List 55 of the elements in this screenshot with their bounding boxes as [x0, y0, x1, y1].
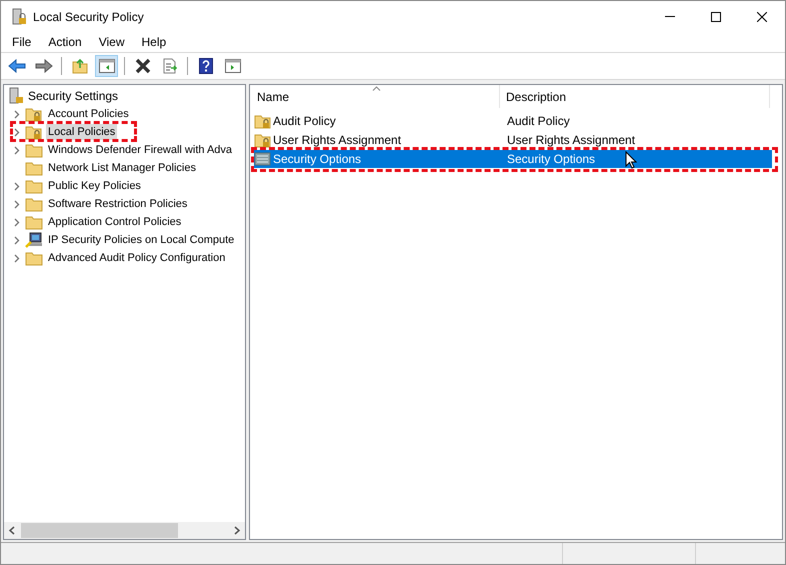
description-cell-text: Security Options [506, 150, 596, 168]
locked-folder-icon [25, 124, 43, 140]
computer-key-icon [25, 232, 43, 248]
help-icon [198, 58, 212, 74]
folder-icon [25, 160, 43, 176]
name-cell-text: Audit Policy [273, 112, 336, 130]
list-row[interactable]: Security Options Security Options [254, 150, 772, 168]
menu-item[interactable]: Action [42, 32, 88, 52]
locked-folder-icon [25, 106, 43, 122]
folder-icon [25, 178, 43, 194]
close-icon [757, 12, 767, 22]
delete-icon [134, 58, 150, 74]
menu-item[interactable]: Help [136, 32, 172, 52]
tree-item[interactable]: Local Policies [46, 124, 118, 140]
menu-item[interactable]: File [6, 32, 38, 52]
tree-pane-icon [98, 59, 114, 73]
locked-folder-icon [254, 132, 272, 148]
action-pane-icon [224, 59, 240, 73]
scrollbar-thumb[interactable] [21, 523, 178, 538]
maximize-icon [711, 12, 721, 22]
tree-item[interactable]: Application Control Policies [46, 214, 184, 230]
description-cell-text: Audit Policy [506, 112, 570, 130]
folder-icon [25, 142, 43, 158]
tree-item[interactable]: Account Policies [46, 106, 131, 122]
menu-item[interactable]: View [92, 32, 130, 52]
export-list-icon [162, 58, 178, 74]
folder-icon [25, 196, 43, 212]
list-row[interactable]: User Rights Assignment User Rights Assignment [254, 130, 772, 148]
folder-icon [25, 250, 43, 266]
mouse-pointer-icon [625, 151, 637, 169]
tree-item[interactable]: Network List Manager Policies [46, 160, 198, 176]
window-title: Local Security Policy [33, 8, 144, 26]
horizontal-scrollbar[interactable] [4, 522, 245, 539]
options-icon [254, 150, 272, 166]
column-header[interactable]: Name [250, 85, 500, 108]
app-icon [11, 8, 27, 26]
tree-item[interactable]: Software Restriction Policies [46, 196, 190, 212]
forward-arrow-icon [34, 59, 52, 73]
folder-icon [25, 214, 43, 230]
description-cell-text: User Rights Assignment [506, 132, 636, 148]
name-cell-text: Security Options [273, 150, 362, 168]
server-lock-icon [8, 87, 24, 105]
name-cell-text: User Rights Assignment [273, 132, 402, 148]
tree-item[interactable]: Windows Defender Firewall with Adva [46, 142, 234, 158]
tree-item[interactable]: Advanced Audit Policy Configuration [46, 250, 228, 266]
list-row[interactable]: Audit Policy Audit Policy [254, 112, 772, 130]
toolbar-button[interactable] [95, 55, 118, 77]
folder-up-icon [72, 58, 88, 74]
locked-folder-icon [254, 112, 272, 128]
back-arrow-icon [8, 59, 26, 73]
column-header[interactable]: Description [500, 85, 770, 108]
tree-item[interactable]: Public Key Policies [46, 178, 143, 194]
tree-root-label[interactable]: Security Settings [28, 87, 118, 105]
minimize-icon [665, 16, 675, 17]
tree-item[interactable]: IP Security Policies on Local Compute [46, 232, 236, 248]
